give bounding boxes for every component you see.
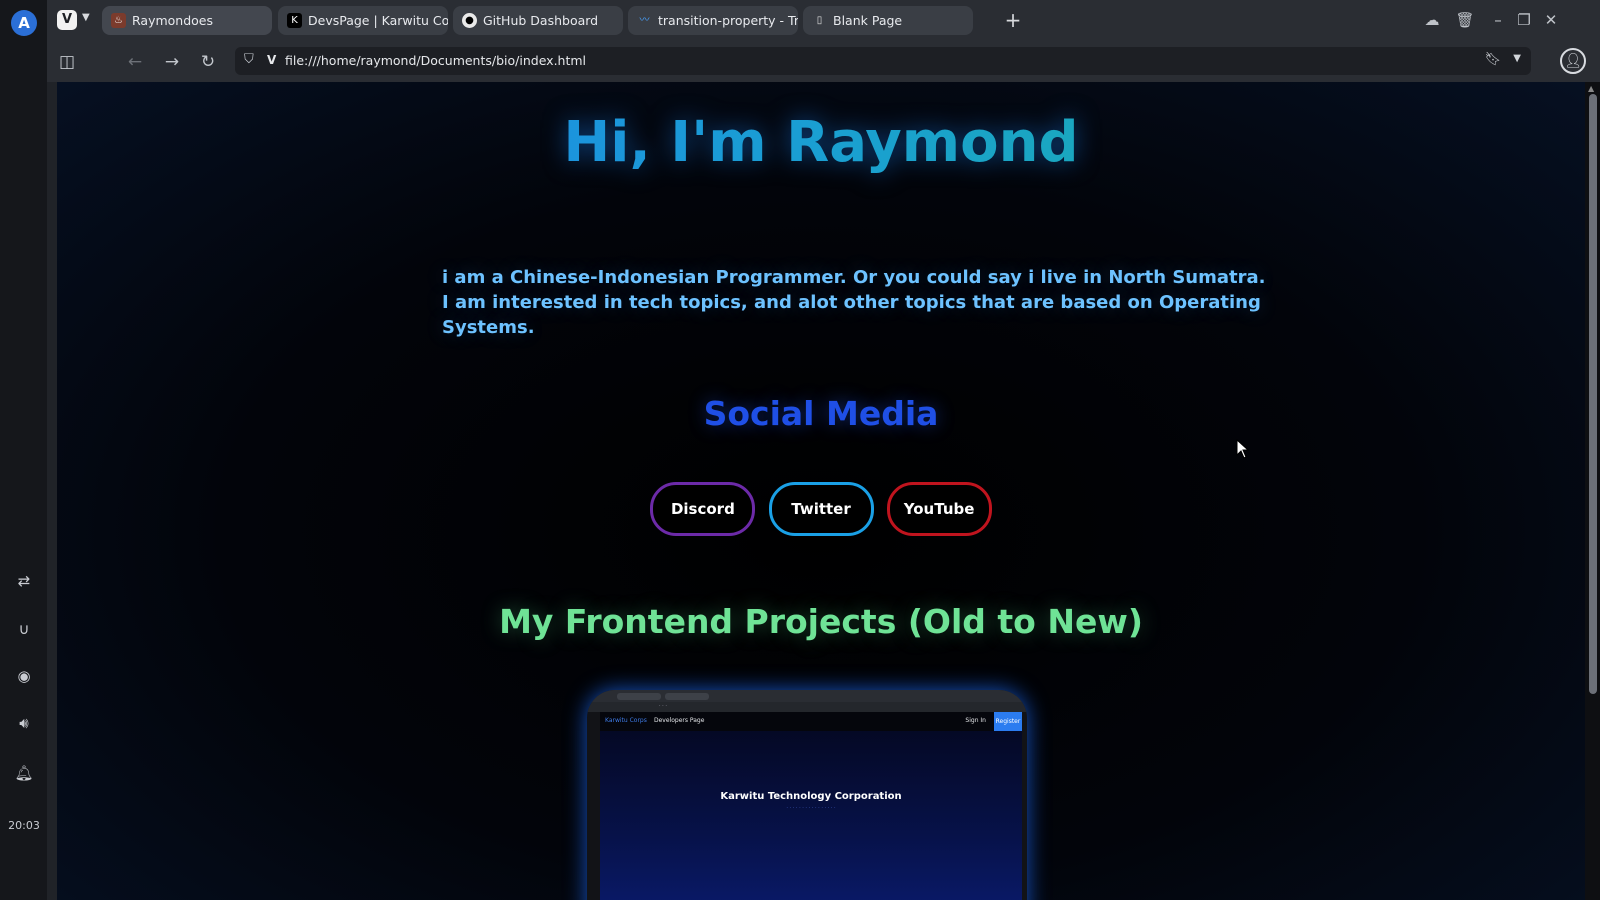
trash-icon[interactable]: 🗑︎ [1454,9,1476,31]
tab-devspage[interactable]: K DevsPage | Karwitu Corps [278,6,448,35]
social-buttons: Discord Twitter YouTube [57,482,1585,536]
shield-icon[interactable]: ⛉ [244,52,254,67]
bio-line: i am a Chinese-Indonesian Programmer. Or… [442,267,1266,288]
discord-icon[interactable]: ◉ [13,665,35,687]
preview-tab-strip [587,690,1027,702]
address-bar[interactable]: ⛉ V file:///home/raymond/Documents/bio/i… [235,47,1531,75]
scrollbar-thumb[interactable] [1589,94,1597,694]
tab-label: GitHub Dashboard [483,13,599,28]
navigation-bar: ◫ ← → ↻ ⛉ V file:///home/raymond/Documen… [47,41,1600,83]
tab-label: transition-property - Tra... [658,13,798,28]
os-side-panel: A ⇄ ∪ ◉ 🔊︎ 🔔︎ 20:03 [0,0,48,900]
tab-raymondoes[interactable]: ♨ Raymondoes [102,6,272,35]
web-page: Hi, I'm Raymond i am a Chinese-Indonesia… [57,82,1585,900]
url-text[interactable]: file:///home/raymond/Documents/bio/index… [285,53,586,68]
site-identity-badge[interactable]: V [267,53,276,67]
forward-button[interactable]: → [160,50,184,74]
karwitu-logo-icon: K [287,13,302,28]
preview-headline: Karwitu Technology Corporation [720,791,902,802]
close-window-icon[interactable]: ✕ [1540,9,1562,31]
tab-github-dashboard[interactable]: ● GitHub Dashboard [453,6,623,35]
social-media-heading: Social Media [703,394,939,433]
tab-menu-chevron-icon[interactable]: ▼ [82,12,90,23]
preview-address-bar: · · · [587,702,1027,712]
restore-window-icon[interactable]: ❐ [1513,9,1535,31]
tab-blank-page[interactable]: ▯ Blank Page [803,6,973,35]
reload-button[interactable]: ↻ [196,50,220,74]
preview-wave-graphic [600,892,1022,900]
twitter-button[interactable]: Twitter [768,482,874,536]
mouse-pointer-icon [1236,439,1250,459]
scroll-up-icon[interactable]: ▲ [1588,84,1594,93]
preview-header: Karwitu Corps Developers Page Sign In Re… [600,712,1022,731]
bell-icon[interactable]: 🔔︎ [13,762,35,784]
page-scrollbar[interactable]: ▲ [1585,82,1600,900]
document-icon: ▯ [816,15,823,26]
tab-label: Raymondoes [132,13,213,28]
preview-register: Register [994,712,1022,731]
magnet-icon[interactable]: ∪ [13,618,35,640]
youtube-button[interactable]: YouTube [886,482,992,536]
share-icon[interactable]: ⇄ [13,570,35,592]
profile-avatar-icon[interactable]: 👤︎ [1560,48,1586,74]
tab-transition-property[interactable]: 〰 transition-property - Tra... [628,6,798,35]
browser-menu-icon[interactable]: V [57,10,77,30]
preview-brand-sub: Developers Page [654,717,705,724]
new-tab-button[interactable]: + [1000,6,1026,34]
hero-heading: Hi, I'm Raymond [57,110,1585,175]
system-clock: 20:03 [8,819,40,832]
minimize-window-icon[interactable]: – [1487,9,1509,31]
bio-paragraph: i am a Chinese-Indonesian Programmer. Or… [442,265,1342,340]
panel-toggle-icon[interactable]: ◫ [55,50,79,74]
tab-bar: V ▼ ♨ Raymondoes K DevsPage | Karwitu Co… [47,0,1600,41]
wave-icon: 〰 [639,15,650,26]
tab-label: DevsPage | Karwitu Corps [308,13,448,28]
cloud-sync-icon[interactable]: ☁ [1421,9,1443,31]
volume-icon[interactable]: 🔊︎ [13,712,35,734]
github-icon: ● [462,13,477,28]
app-launcher-icon[interactable]: A [11,10,37,36]
preview-brand: Karwitu Corps [605,717,647,724]
bookmark-icon[interactable]: 🔖︎ [1484,52,1501,67]
projects-heading: My Frontend Projects (Old to New) [499,602,1143,641]
preview-page: Karwitu Corps Developers Page Sign In Re… [600,712,1022,900]
tab-label: Blank Page [833,13,903,28]
bio-line: I am interested in tech topics, and alot… [442,292,1261,338]
back-button[interactable]: ← [123,50,147,74]
preview-sign-in: Sign In [965,717,986,724]
project-preview-image[interactable]: · · · Karwitu Corps Developers Page Sign… [587,690,1027,900]
address-dropdown-icon[interactable]: ▼ [1513,53,1521,64]
web-panel-strip [47,82,57,900]
discord-button[interactable]: Discord [650,482,756,536]
preview-subline: · · · · · · · · · · · · · · · · [786,805,836,811]
flame-icon: ♨ [111,13,126,28]
